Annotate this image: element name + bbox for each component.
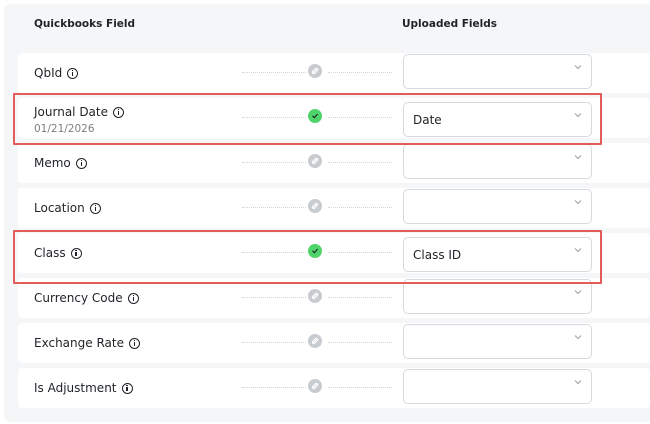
field-label: Location (34, 201, 101, 215)
chevron-down-icon (574, 290, 582, 295)
chevron-down-icon (574, 335, 582, 340)
link-status-icon (308, 334, 322, 348)
highlight-box-journal-date (13, 93, 602, 145)
uploaded-field-select[interactable] (403, 324, 592, 359)
connector-line (328, 297, 392, 298)
chevron-down-icon (574, 65, 582, 70)
link-status-icon (308, 199, 322, 213)
info-icon[interactable] (89, 202, 101, 214)
mapping-row-qbid: QbId (18, 53, 650, 93)
link-status-icon (308, 64, 322, 78)
field-label-text: Is Adjustment (34, 381, 117, 395)
field-label-text: QbId (34, 66, 63, 80)
uploaded-field-select[interactable] (403, 144, 592, 179)
link-status-icon (308, 289, 322, 303)
uploaded-field-select[interactable] (403, 189, 592, 224)
mapping-row-memo: Memo (18, 143, 650, 183)
field-label: QbId (34, 66, 79, 80)
connector-line (328, 387, 392, 388)
chevron-down-icon (574, 200, 582, 205)
field-label-text: Exchange Rate (34, 336, 124, 350)
field-label: Currency Code (34, 291, 139, 305)
info-icon[interactable] (128, 337, 140, 349)
uploaded-fields-header: Uploaded Fields (402, 18, 498, 30)
connector-line (328, 72, 392, 73)
chevron-down-icon (574, 155, 582, 160)
connector-line (328, 342, 392, 343)
connector-line (242, 162, 306, 163)
connector-line (328, 207, 392, 208)
connector-line (242, 207, 306, 208)
chevron-down-icon (574, 380, 582, 385)
info-icon[interactable] (127, 292, 139, 304)
field-label: Exchange Rate (34, 336, 140, 350)
uploaded-field-select[interactable] (403, 279, 592, 314)
mapping-row-is-adjustment: Is Adjustment (18, 368, 650, 408)
connector-line (242, 72, 306, 73)
field-label-text: Currency Code (34, 291, 123, 305)
field-label: Is Adjustment (34, 381, 133, 395)
mapping-row-currency-code: Currency Code (18, 278, 650, 318)
mapping-row-location: Location (18, 188, 650, 228)
field-label: Memo (34, 156, 87, 170)
uploaded-field-select[interactable] (403, 369, 592, 404)
info-icon[interactable] (67, 67, 79, 79)
link-status-icon (308, 154, 322, 168)
field-label-text: Memo (34, 156, 71, 170)
connector-line (328, 162, 392, 163)
uploaded-field-select[interactable] (403, 54, 592, 89)
info-icon[interactable] (75, 157, 87, 169)
connector-line (242, 387, 306, 388)
quickbooks-field-header: Quickbooks Field (34, 18, 136, 30)
info-icon[interactable] (121, 382, 133, 394)
mapping-row-exchange-rate: Exchange Rate (18, 323, 650, 363)
connector-line (242, 297, 306, 298)
highlight-box-class (13, 230, 602, 284)
connector-line (242, 342, 306, 343)
link-status-icon (308, 379, 322, 393)
field-label-text: Location (34, 201, 85, 215)
